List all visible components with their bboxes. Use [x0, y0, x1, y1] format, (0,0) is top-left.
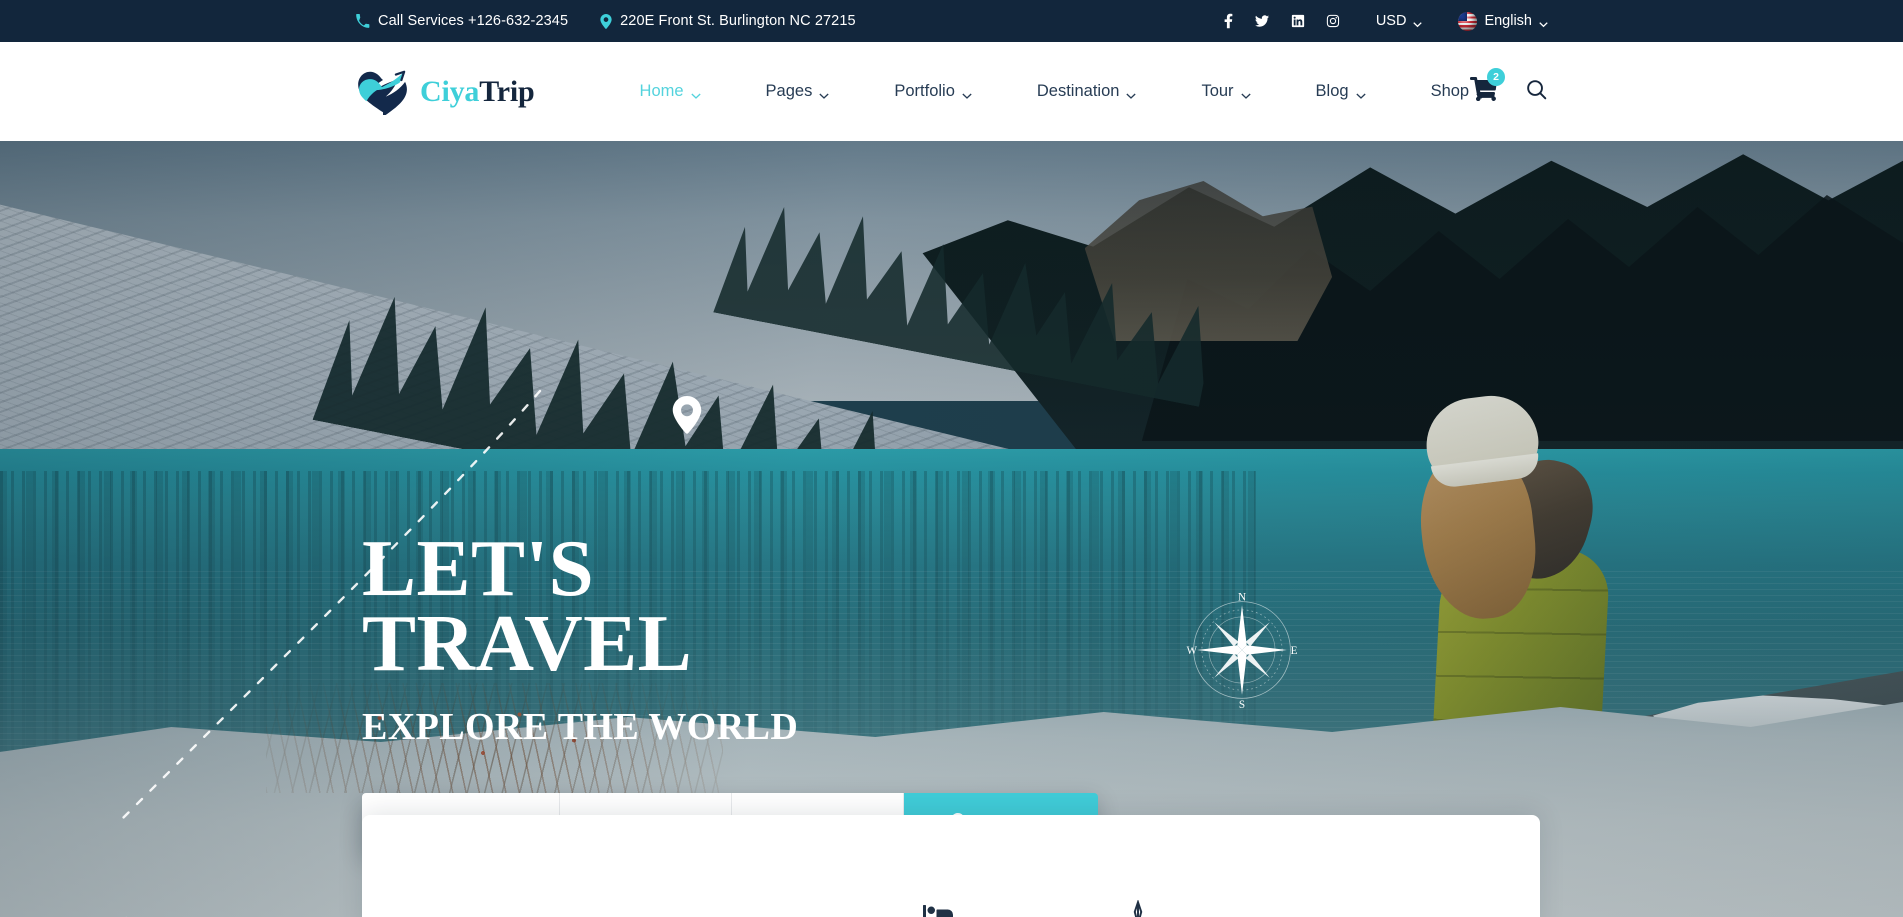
- currency-selector[interactable]: USD: [1376, 13, 1423, 29]
- instagram-icon[interactable]: [1326, 14, 1340, 28]
- nav-item-tour[interactable]: Tour: [1168, 82, 1282, 101]
- hero-headline-line1: LET'S: [362, 523, 595, 613]
- chevron-down-icon: [819, 87, 829, 99]
- nav-item-pages[interactable]: Pages: [733, 82, 862, 101]
- cart-count-badge: 2: [1487, 68, 1505, 86]
- hero-subheadline: EXPLORE THE WORLD: [362, 705, 799, 748]
- chevron-down-icon: [962, 87, 972, 99]
- facebook-icon[interactable]: [1224, 13, 1233, 29]
- nav-label: Portfolio: [894, 82, 955, 100]
- phone-contact[interactable]: Call Services +126-632-2345: [355, 13, 568, 29]
- chevron-down-icon: [1539, 17, 1548, 27]
- chevron-down-icon: [1240, 87, 1251, 99]
- nav-item-portfolio[interactable]: Portfolio: [861, 82, 1004, 101]
- main-navigation: Home Pages Portfolio Destination Tour Bl…: [607, 82, 1519, 101]
- header-search-button[interactable]: [1525, 78, 1548, 106]
- compass-label-e: E: [1291, 645, 1298, 657]
- top-bar-utility-group: USD English: [1224, 0, 1548, 42]
- cart-button[interactable]: 2: [1470, 68, 1505, 106]
- top-bar-contact-group: Call Services +126-632-2345 220E Front S…: [355, 13, 856, 29]
- compass-label-n: N: [1238, 591, 1246, 603]
- logo-word-first: Ciya: [420, 74, 480, 108]
- nav-label: Shop: [1430, 82, 1470, 100]
- hotel-bed-icon: [921, 902, 955, 917]
- nav-item-blog[interactable]: Blog: [1283, 82, 1398, 101]
- compass-rose-icon: N S W E: [1183, 591, 1301, 714]
- header-actions: 2: [1470, 42, 1548, 141]
- chevron-down-icon: [690, 87, 701, 99]
- language-selector[interactable]: English: [1458, 11, 1548, 31]
- nav-label: Tour: [1201, 82, 1234, 100]
- logo-wordmark: CiyaTrip: [420, 75, 535, 109]
- site-logo[interactable]: CiyaTrip: [355, 69, 535, 117]
- airplane-icon: [112, 910, 178, 917]
- hero-copy: LET'S TRAVEL EXPLORE THE WORLD: [362, 523, 799, 749]
- features-card: [362, 815, 1540, 917]
- compass-feature-icon: [1125, 899, 1151, 917]
- top-bar: Call Services +126-632-2345 220E Front S…: [0, 0, 1903, 42]
- hero-section: N S W E LET'S TRAVEL EXPLORE THE WORLD D…: [0, 141, 1903, 917]
- twitter-icon[interactable]: [1254, 14, 1270, 28]
- nav-item-home[interactable]: Home: [607, 82, 733, 101]
- currency-value: USD: [1375, 13, 1407, 29]
- nav-item-destination[interactable]: Destination: [1004, 82, 1169, 101]
- map-pin-icon: [672, 396, 702, 439]
- nav-label: Blog: [1315, 82, 1349, 100]
- site-header: CiyaTrip Home Pages Portfolio Destinatio…: [0, 42, 1903, 141]
- phone-icon: [355, 13, 370, 29]
- linkedin-icon[interactable]: [1291, 14, 1305, 28]
- phone-text: Call Services +126-632-2345: [378, 13, 569, 29]
- address-text: 220E Front St. Burlington NC 27215: [620, 13, 856, 29]
- compass-label-s: S: [1239, 699, 1245, 709]
- hero-headline-line2: TRAVEL: [362, 598, 693, 689]
- language-value: English: [1484, 13, 1532, 29]
- nav-label: Destination: [1036, 82, 1120, 100]
- search-icon: [1525, 78, 1548, 106]
- chevron-down-icon: [1126, 87, 1137, 99]
- map-marker-icon: [600, 13, 612, 29]
- us-flag-icon: [1458, 11, 1478, 31]
- social-links: [1224, 13, 1340, 29]
- nav-label: Pages: [765, 82, 813, 100]
- nav-label: Home: [639, 82, 684, 100]
- chevron-down-icon: [1413, 17, 1423, 27]
- logo-word-second: Trip: [479, 74, 535, 108]
- address-contact[interactable]: 220E Front St. Burlington NC 27215: [600, 13, 856, 29]
- chevron-down-icon: [1355, 87, 1366, 99]
- compass-label-w: W: [1187, 645, 1198, 657]
- ciyatrip-logo-icon: [355, 69, 411, 117]
